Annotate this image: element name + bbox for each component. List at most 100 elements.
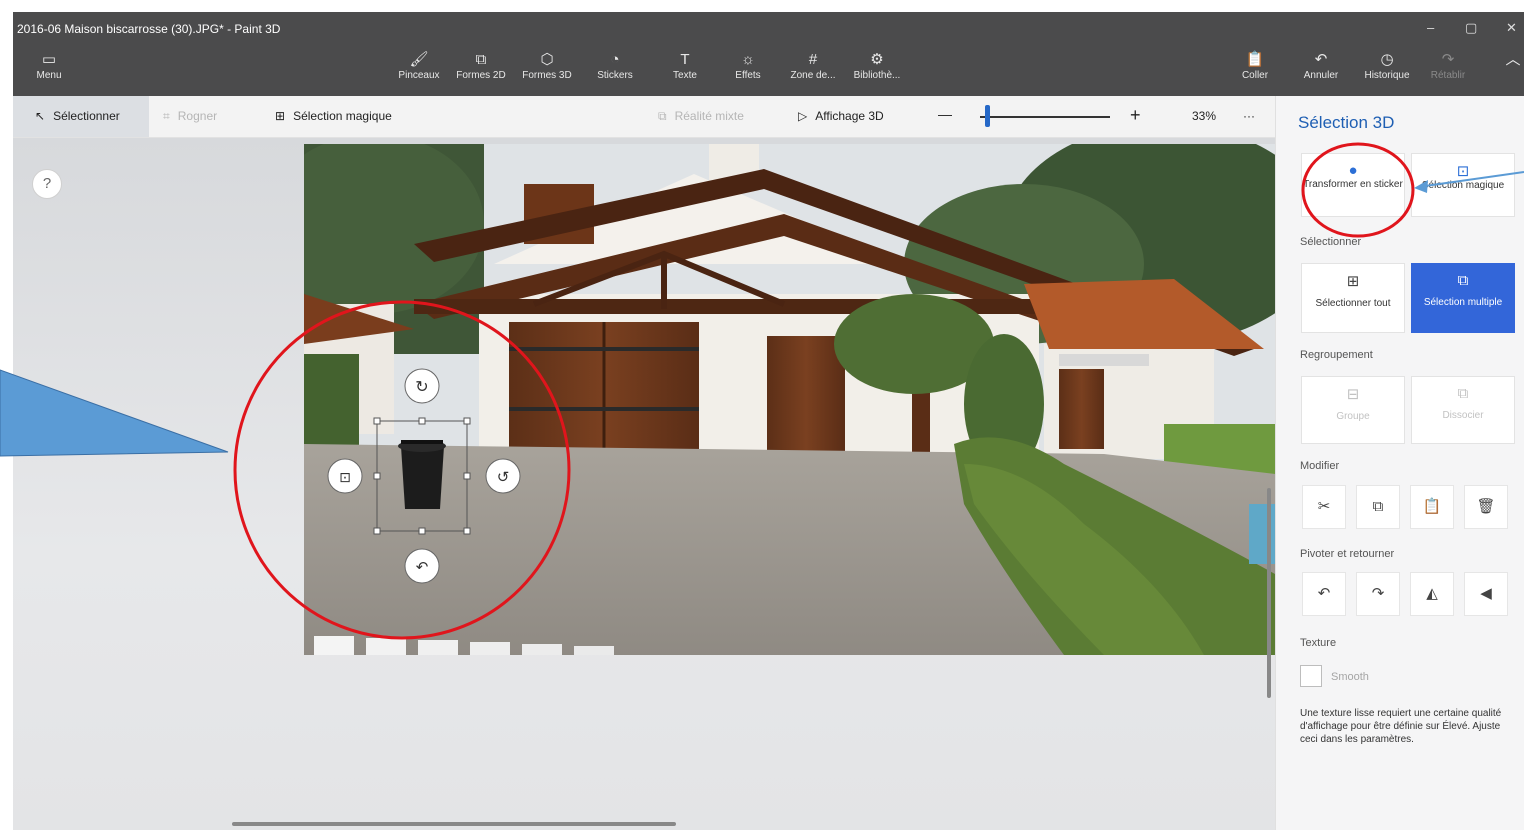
mixed-reality-button[interactable]: ⧉ Réalité mixte bbox=[658, 109, 744, 124]
tool-library-label: Bibliothè... bbox=[853, 70, 901, 81]
rotate-x-handle[interactable]: ↻ bbox=[404, 368, 440, 404]
svg-text:↺: ↺ bbox=[497, 468, 510, 486]
ungroup-icon: ⧉ bbox=[1457, 385, 1469, 402]
cut-button[interactable]: ✂ bbox=[1302, 485, 1346, 529]
undo-label: Annuler bbox=[1303, 70, 1339, 81]
view-3d-toggle[interactable]: ▷ Affichage 3D bbox=[798, 109, 884, 123]
zoom-slider-track[interactable] bbox=[980, 116, 1110, 118]
select-label: Sélectionner bbox=[53, 109, 120, 123]
tool-stickers[interactable]: ◔ Stickers bbox=[591, 48, 639, 96]
horizontal-scrollbar[interactable] bbox=[232, 822, 676, 826]
select-all-label: Sélectionner tout bbox=[1315, 298, 1391, 309]
undo-button[interactable]: ↶ Annuler bbox=[1296, 48, 1346, 96]
rotate-z-handle[interactable]: ↶ bbox=[404, 548, 440, 584]
paste-button[interactable]: 📋 Coller bbox=[1235, 48, 1275, 96]
svg-text:↶: ↶ bbox=[416, 558, 429, 576]
magic-select-icon: ⊡ bbox=[1456, 163, 1470, 180]
selection-3d-panel: Sélection 3D ● Transformer en sticker ⊡ … bbox=[1275, 96, 1524, 830]
flip-vertical-icon: ◀ bbox=[1480, 585, 1492, 602]
canvas-area[interactable]: ? ↻ ⊡ ↺ ↶ bbox=[13, 138, 1275, 830]
svg-text:↻: ↻ bbox=[415, 377, 428, 396]
zoom-out-button[interactable]: — bbox=[938, 106, 952, 122]
rotate-right-button[interactable]: ↷ bbox=[1356, 572, 1400, 616]
ribbon: ▭ Menu 🖌 Pinceaux ⧉ Formes 2D ⬡ Formes 3… bbox=[13, 48, 1524, 96]
crop-label: Rogner bbox=[177, 109, 218, 123]
tool-text[interactable]: T Texte bbox=[661, 48, 709, 96]
magic-selection-button[interactable]: ⊡ Sélection magique bbox=[1411, 153, 1515, 217]
cursor-icon: ↖ bbox=[35, 109, 46, 123]
sun-icon: ☼ bbox=[741, 51, 755, 68]
sticker-icon: ◔ bbox=[610, 51, 620, 68]
zoom-level[interactable]: 33% bbox=[1192, 109, 1216, 123]
folder-icon: ▭ bbox=[41, 51, 57, 68]
svg-text:⊡: ⊡ bbox=[339, 470, 351, 486]
tool-shapes-2d[interactable]: ⧉ Formes 2D bbox=[450, 48, 512, 96]
window-title: 2016-06 Maison biscarrosse (30).JPG* - P… bbox=[17, 22, 281, 36]
group-button[interactable]: ⊟ Groupe bbox=[1301, 376, 1405, 444]
multi-select-button[interactable]: ⧉ Sélection multiple bbox=[1411, 263, 1515, 333]
brush-icon: 🖌 bbox=[409, 51, 429, 68]
make-sticker-button[interactable]: ● Transformer en sticker bbox=[1301, 153, 1405, 217]
redo-button[interactable]: ↷ Rétablir bbox=[1423, 48, 1473, 96]
more-options-button[interactable]: ··· bbox=[1243, 109, 1255, 123]
magic-selection-label: Sélection magique bbox=[1421, 180, 1505, 191]
flip-horizontal-icon: ◭ bbox=[1426, 585, 1438, 602]
rotate-section-header: Pivoter et retourner bbox=[1300, 548, 1395, 560]
tool-brushes[interactable]: 🖌 Pinceaux bbox=[394, 48, 444, 96]
history-button[interactable]: ◷ Historique bbox=[1356, 48, 1418, 96]
clock-icon: ◷ bbox=[1380, 51, 1394, 68]
trash-icon: 🗑 bbox=[1476, 498, 1496, 515]
redo-icon: ↷ bbox=[1441, 51, 1455, 68]
undo-icon: ↶ bbox=[1314, 51, 1328, 68]
magic-select-button[interactable]: ⊞ Sélection magique bbox=[275, 109, 392, 123]
paste-icon: 📋 bbox=[1245, 51, 1265, 68]
close-button[interactable]: ✕ bbox=[1506, 20, 1517, 36]
tool-shapes-3d[interactable]: ⬡ Formes 3D bbox=[518, 48, 576, 96]
paste-icon: 📋 bbox=[1422, 498, 1442, 515]
texture-section-header: Texture bbox=[1300, 637, 1337, 649]
delete-button[interactable]: 🗑 bbox=[1464, 485, 1508, 529]
mixed-reality-label: Réalité mixte bbox=[674, 109, 744, 123]
menu-button[interactable]: ▭ Menu bbox=[31, 48, 67, 96]
select-button[interactable]: ↖ Sélectionner bbox=[35, 109, 120, 123]
crop-button[interactable]: ⌗ Rogner bbox=[163, 109, 217, 124]
tool-text-label: Texte bbox=[673, 70, 697, 81]
tool-canvas[interactable]: # Zone de... bbox=[785, 48, 841, 96]
cube-icon: ⬡ bbox=[540, 51, 554, 68]
tool-canvas-label: Zone de... bbox=[790, 70, 836, 81]
smooth-checkbox[interactable] bbox=[1300, 665, 1322, 687]
restore-button[interactable]: ▢ bbox=[1465, 20, 1477, 36]
multi-select-icon: ⧉ bbox=[1457, 272, 1469, 289]
flip-vertical-button[interactable]: ◀ bbox=[1464, 572, 1508, 616]
zoom-in-button[interactable]: + bbox=[1130, 105, 1141, 126]
tool-shapes-2d-label: Formes 2D bbox=[456, 70, 506, 81]
chevron-up-icon: ︿ bbox=[1505, 51, 1521, 68]
canvas-icon: # bbox=[808, 51, 818, 68]
tool-library[interactable]: ⚙ Bibliothè... bbox=[845, 48, 909, 96]
magic-select-label: Sélection magique bbox=[293, 109, 392, 123]
copy-button[interactable]: ⧉ bbox=[1356, 485, 1400, 529]
make-sticker-label: Transformer en sticker bbox=[1303, 179, 1403, 190]
vertical-scrollbar[interactable] bbox=[1267, 488, 1271, 698]
view-3d-icon: ▷ bbox=[798, 109, 808, 123]
copy-icon: ⧉ bbox=[1372, 498, 1384, 515]
house-photo[interactable]: ↻ ⊡ ↺ ↶ bbox=[304, 144, 1275, 655]
paste-button-panel[interactable]: 📋 bbox=[1410, 485, 1454, 529]
ungroup-button[interactable]: ⧉ Dissocier bbox=[1411, 376, 1515, 444]
zoom-slider-thumb[interactable] bbox=[985, 105, 991, 127]
group-section-header: Regroupement bbox=[1300, 349, 1373, 361]
select-all-button[interactable]: ⊞ Sélectionner tout bbox=[1301, 263, 1405, 333]
push-depth-handle[interactable]: ⊡ bbox=[327, 458, 363, 494]
tool-options-bar: ↖ Sélectionner ⌗ Rogner ⊞ Sélection magique… bbox=[13, 96, 1275, 138]
tool-effects[interactable]: ☼ Effets bbox=[724, 48, 772, 96]
collapse-ribbon-button[interactable]: ︿ bbox=[1503, 48, 1523, 96]
rotate-left-button[interactable]: ↶ bbox=[1302, 572, 1346, 616]
tool-brushes-label: Pinceaux bbox=[398, 70, 440, 81]
tool-effects-label: Effets bbox=[735, 70, 761, 81]
paint3d-window: 2016-06 Maison biscarrosse (30).JPG* - P… bbox=[13, 12, 1524, 830]
minimize-button[interactable]: – bbox=[1427, 20, 1434, 35]
help-button[interactable]: ? bbox=[32, 169, 62, 199]
rotate-y-handle[interactable]: ↺ bbox=[485, 458, 521, 494]
flip-horizontal-button[interactable]: ◭ bbox=[1410, 572, 1454, 616]
crop-icon: ⌗ bbox=[163, 109, 170, 123]
